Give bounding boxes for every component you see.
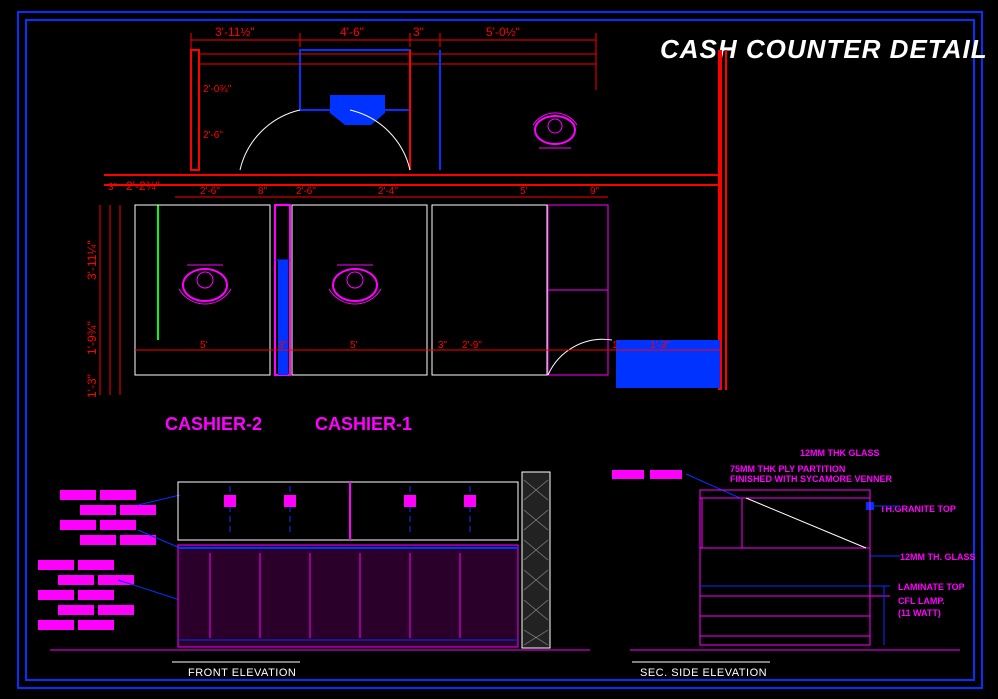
dim: 2'-6" xyxy=(296,186,316,197)
dim: 5'-0½" xyxy=(486,25,520,39)
dim: 5' xyxy=(350,340,358,351)
dim: 2'-2¾" xyxy=(126,179,160,193)
dim: 2'-9" xyxy=(462,340,482,351)
plan-view: 3'-11½" 4'-6" 3" 5'-0½" 2'-0¾" 2'-6" 3" … xyxy=(85,25,726,434)
person-icon xyxy=(329,265,381,304)
note: 12MM THK GLASS xyxy=(800,448,880,458)
dim: 3'-11½" xyxy=(215,25,255,39)
dim: 1'-9¾" xyxy=(85,321,99,355)
dim: 2'-0¾" xyxy=(203,84,232,95)
dim: 1' xyxy=(612,340,620,351)
dim: 3" xyxy=(108,182,118,193)
person-icon xyxy=(533,113,577,148)
note: LAMINATE TOP xyxy=(898,582,965,592)
note: FINISHED WITH SYCAMORE VENNER xyxy=(730,474,893,484)
note: (11 WATT) xyxy=(898,608,941,618)
dim: 2'-4" xyxy=(378,186,398,197)
label-cashier2: CASHIER-2 xyxy=(165,414,262,434)
person-icon xyxy=(179,265,231,304)
side-elevation: 12MM THK GLASS 75MM THK PLY PARTITION FI… xyxy=(612,448,976,679)
note: 12MM TH. GLASS xyxy=(900,552,976,562)
dim: 1'-3" xyxy=(650,340,670,351)
dim: 1'-3" xyxy=(85,374,99,398)
note: 75MM THK PLY PARTITION xyxy=(730,464,845,474)
dim: 3'-11¼" xyxy=(85,240,99,280)
dim: 2'-6" xyxy=(203,130,223,141)
dim: 3" xyxy=(278,340,288,351)
desk-icon xyxy=(330,95,385,125)
label-side-elev: SEC. SIDE ELEVATION xyxy=(640,667,767,679)
front-elevation: FRONT ELEVATION xyxy=(38,472,590,679)
drawing-title: CASH COUNTER DETAIL xyxy=(660,34,988,64)
dim: 8" xyxy=(258,186,268,197)
note: CFL LAMP. xyxy=(898,596,945,606)
dim: 5' xyxy=(520,186,528,197)
dim: 4'-6" xyxy=(340,25,364,39)
dim: 3" xyxy=(438,340,448,351)
label-cashier1: CASHIER-1 xyxy=(315,414,412,434)
dim: 2'-6" xyxy=(200,186,220,197)
label-front-elev: FRONT ELEVATION xyxy=(188,667,296,679)
dim: 5' xyxy=(200,340,208,351)
dim: 9" xyxy=(590,186,600,197)
dim: 3" xyxy=(413,25,424,39)
